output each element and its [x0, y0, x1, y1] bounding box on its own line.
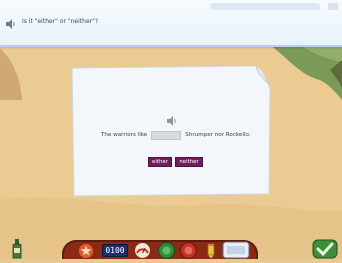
- neither-button[interactable]: neither: [175, 157, 203, 167]
- gauge-icon[interactable]: [134, 242, 151, 259]
- bottle-icon[interactable]: [10, 239, 24, 259]
- checkmark-icon[interactable]: [312, 239, 338, 259]
- speaker-icon[interactable]: [4, 17, 18, 31]
- green-circle-icon[interactable]: [158, 242, 175, 259]
- prompt-question: Is it "either" or "neither"?: [22, 18, 99, 25]
- pencil-icon[interactable]: [203, 243, 219, 260]
- top-strip-end: [328, 3, 338, 10]
- prompt-bar: Is it "either" or "neither"?: [0, 0, 342, 47]
- either-button[interactable]: either: [148, 157, 172, 167]
- sentence-end: Shrumper nor Rockello.: [185, 132, 251, 138]
- panel-icon[interactable]: [222, 241, 250, 259]
- timer-display: 0100: [102, 244, 128, 257]
- red-circle-icon[interactable]: [180, 242, 197, 259]
- answer-blank[interactable]: [151, 130, 182, 140]
- speaker-icon[interactable]: [166, 112, 178, 126]
- sentence: The warriors like Shrumper nor Rockello.: [101, 130, 251, 140]
- star-icon[interactable]: [78, 243, 94, 259]
- top-strip: [210, 3, 320, 10]
- sentence-start: The warriors like: [101, 132, 148, 138]
